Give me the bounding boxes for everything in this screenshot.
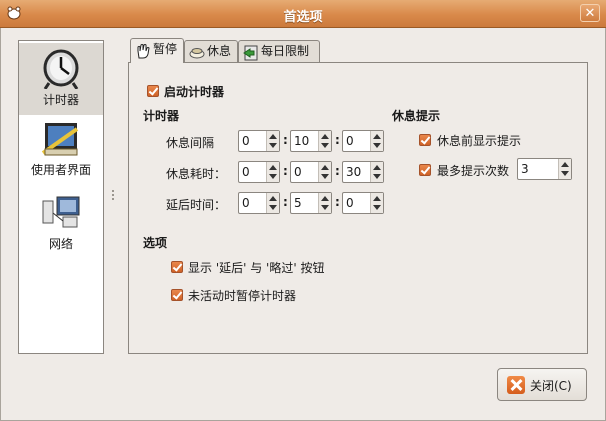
max-prompts-spinner[interactable]: 3 [517,158,572,180]
break-duration-label: 休息耗时： [166,167,227,181]
tab-label: 每日限制 [261,44,310,58]
postpone-minutes-spinner[interactable]: 5 [290,192,332,214]
window-close-button[interactable]: ✕ [580,4,600,22]
close-icon [507,376,525,394]
postpone-hours-spinner[interactable]: 0 [238,192,280,214]
network-icon [42,196,80,228]
idle-pause-checkbox[interactable] [171,289,183,301]
time-separator: : [335,195,340,209]
spinner-arrows[interactable] [370,131,383,151]
spinner-value: 30 [346,165,362,179]
spinner-value: 0 [242,196,250,210]
max-prompts-label: 最多提示次数 [437,164,510,178]
spinner-value: 0 [294,165,302,179]
spinner-arrows[interactable] [266,131,279,151]
title-bar: 首选项 ✕ [0,0,606,28]
sidebar-item-ui[interactable]: 使用者界面 [19,119,103,187]
close-button[interactable]: 关闭(C) [497,368,587,401]
time-separator: : [283,195,288,209]
close-button-label: 关闭(C) [530,379,572,393]
postpone-time-label: 延后时间： [166,198,227,212]
show-before-checkbox[interactable] [419,134,431,146]
postpone-seconds-spinner[interactable]: 0 [342,192,384,214]
spinner-arrows[interactable] [558,159,571,179]
close-icon: ✕ [584,6,596,21]
tab-daily-limit[interactable]: 每日限制 [238,40,320,63]
enable-timer-checkbox[interactable] [147,85,159,97]
tab-label: 休息 [207,44,232,58]
max-prompts-checkbox[interactable] [419,164,431,176]
pane-resize-handle[interactable] [110,190,116,204]
clock-icon [43,49,79,89]
tab-label: 暂停 [153,42,178,56]
cup-icon [189,48,205,59]
duration-minutes-spinner[interactable]: 0 [290,161,332,183]
spinner-value: 0 [346,134,354,148]
hand-icon [137,44,150,59]
duration-seconds-spinner[interactable]: 30 [342,161,384,183]
spinner-arrows[interactable] [318,193,331,213]
show-buttons-checkbox[interactable] [171,261,183,273]
time-separator: : [335,133,340,147]
interval-seconds-spinner[interactable]: 0 [342,130,384,152]
spinner-arrows[interactable] [266,162,279,182]
duration-hours-spinner[interactable]: 0 [238,161,280,183]
sidebar-item-network[interactable]: 网络 [19,193,103,261]
break-interval-label: 休息间隔 [166,136,215,150]
time-separator: : [283,164,288,178]
timer-section-heading: 计时器 [143,109,180,123]
spinner-arrows[interactable] [318,162,331,182]
time-separator: : [335,164,340,178]
spinner-value: 3 [521,162,529,176]
spinner-arrows[interactable] [266,193,279,213]
sidebar-item-timer[interactable]: 计时器 [19,43,103,115]
category-sidebar: 计时器 使用者界面 网络 [18,40,104,354]
window-title: 首选项 [283,10,323,25]
idle-pause-label: 未活动时暂停计时器 [188,289,297,303]
show-before-label: 休息前显示提示 [437,134,522,148]
spinner-value: 0 [346,196,354,210]
limit-icon [243,45,258,61]
sidebar-item-label: 计时器 [42,93,79,107]
options-heading: 选项 [143,236,168,250]
spinner-value: 0 [242,165,250,179]
spinner-value: 0 [242,134,250,148]
spinner-arrows[interactable] [370,193,383,213]
spinner-value: 10 [294,134,310,148]
spinner-arrows[interactable] [318,131,331,151]
enable-timer-label: 启动计时器 [164,85,225,99]
tab-rest[interactable]: 休息 [184,40,238,63]
sidebar-item-label: 网络 [48,237,73,251]
interval-minutes-spinner[interactable]: 10 [290,130,332,152]
ui-design-icon [41,123,79,156]
show-buttons-label: 显示 '延后' 与 '略过' 按钮 [188,261,325,275]
spinner-value: 5 [294,196,302,210]
rest-prompt-heading: 休息提示 [392,109,441,123]
interval-hours-spinner[interactable]: 0 [238,130,280,152]
sidebar-item-label: 使用者界面 [30,163,91,177]
time-separator: : [283,133,288,147]
tab-pause[interactable]: 暂停 [130,38,184,63]
spinner-arrows[interactable] [370,162,383,182]
